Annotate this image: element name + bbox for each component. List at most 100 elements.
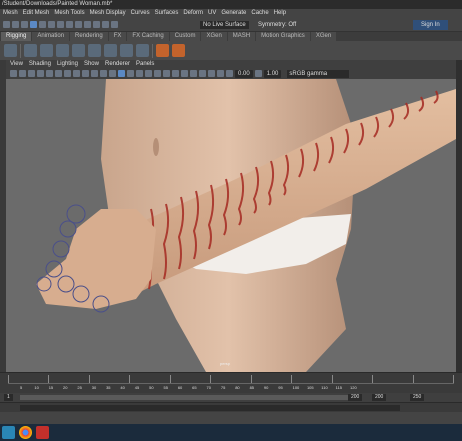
tab-custom[interactable]: Custom	[169, 32, 201, 41]
menu-mesh-display[interactable]: Mesh Display	[90, 9, 126, 18]
viewport-menu-panels[interactable]: Panels	[136, 60, 154, 68]
paint-select-icon[interactable]	[21, 21, 28, 28]
command-input[interactable]	[20, 405, 400, 411]
image-plane-icon[interactable]	[37, 70, 44, 77]
paint-weights-icon[interactable]	[72, 44, 85, 57]
smooth-shade-icon[interactable]	[118, 70, 125, 77]
symmetry-field[interactable]: Symmetry: Off	[258, 21, 296, 29]
menu-curves[interactable]: Curves	[131, 9, 150, 18]
lattice-icon[interactable]	[120, 44, 133, 57]
menu-surfaces[interactable]: Surfaces	[155, 9, 179, 18]
snap-plane-icon[interactable]	[84, 21, 91, 28]
camera-attributes-icon[interactable]	[19, 70, 26, 77]
animation-end-field[interactable]: 250	[410, 394, 425, 401]
motion-blur-icon[interactable]	[172, 70, 179, 77]
tab-mash[interactable]: MASH	[227, 32, 256, 41]
blendshape-icon[interactable]	[88, 44, 101, 57]
menu-help[interactable]: Help	[274, 9, 286, 18]
constraint-icon[interactable]	[172, 44, 185, 57]
xray-components-icon[interactable]	[226, 70, 233, 77]
shadows-icon[interactable]	[154, 70, 161, 77]
tab-rigging[interactable]: Rigging	[1, 32, 32, 41]
view-transform-select[interactable]: sRGB gamma	[287, 69, 350, 78]
tab-motion-graphics[interactable]: Motion Graphics	[256, 32, 310, 41]
wireframe-on-shaded-icon[interactable]	[127, 70, 134, 77]
live-surface-field[interactable]: No Live Surface	[200, 21, 249, 29]
time-ruler-label: 115	[335, 385, 343, 390]
tab-xgen[interactable]: XGen	[201, 32, 227, 41]
snap-curve-icon[interactable]	[66, 21, 73, 28]
nonlinear-icon[interactable]	[136, 44, 149, 57]
viewport-menu-show[interactable]: Show	[84, 60, 99, 68]
tick	[210, 375, 212, 383]
lasso-tool-icon[interactable]	[12, 21, 19, 28]
time-slider[interactable]	[0, 372, 462, 384]
exposure-field[interactable]: 0.00	[235, 69, 253, 78]
menu-mesh-tools[interactable]: Mesh Tools	[54, 9, 84, 18]
field-chart-icon[interactable]	[82, 70, 89, 77]
viewport-menu-view[interactable]: View	[10, 60, 23, 68]
viewport[interactable]: persp	[6, 79, 456, 372]
anti-aliasing-icon[interactable]	[181, 70, 188, 77]
bind-skin-icon[interactable]	[56, 44, 69, 57]
lights-icon[interactable]	[145, 70, 152, 77]
range-bar[interactable]	[20, 395, 350, 400]
wireframe-icon[interactable]	[109, 70, 116, 77]
ipr-icon[interactable]	[102, 21, 109, 28]
resolution-gate-icon[interactable]	[64, 70, 71, 77]
depth-of-field-icon[interactable]	[190, 70, 197, 77]
safe-title-icon[interactable]	[100, 70, 107, 77]
isolate-select-icon[interactable]	[199, 70, 206, 77]
viewport-menu-shading[interactable]: Shading	[29, 60, 51, 68]
viewport-menu-lighting[interactable]: Lighting	[57, 60, 78, 68]
render-icon[interactable]	[93, 21, 100, 28]
locator-icon[interactable]	[156, 44, 169, 57]
menu-deform[interactable]: Deform	[183, 9, 203, 18]
command-line[interactable]	[0, 402, 462, 412]
tab-rendering[interactable]: Rendering	[70, 32, 108, 41]
maya-app-icon[interactable]	[2, 426, 15, 439]
viewport-menu-renderer[interactable]: Renderer	[105, 60, 130, 68]
xray-icon[interactable]	[208, 70, 215, 77]
chrome-icon[interactable]	[19, 426, 32, 439]
acrobat-icon[interactable]	[36, 426, 49, 439]
snap-point-icon[interactable]	[75, 21, 82, 28]
xray-joints-icon[interactable]	[217, 70, 224, 77]
channel-box-collapsed[interactable]	[456, 60, 462, 372]
cluster-icon[interactable]	[104, 44, 117, 57]
ambient-occlusion-icon[interactable]	[163, 70, 170, 77]
menu-edit-mesh[interactable]: Edit Mesh	[23, 9, 50, 18]
menu-cache[interactable]: Cache	[251, 9, 268, 18]
tab-xgen-2[interactable]: XGen	[310, 32, 337, 41]
ik-handle-icon[interactable]	[40, 44, 53, 57]
snap-grid-icon[interactable]	[57, 21, 64, 28]
gate-mask-icon[interactable]	[73, 70, 80, 77]
menu-uv[interactable]: UV	[208, 9, 216, 18]
range-end-field[interactable]: 200	[348, 394, 363, 401]
tab-fx[interactable]: FX	[108, 32, 127, 41]
time-ruler: 5 10 15 20 25 30 35 40 45 50 55 60 65 70 75 80 85 90 95 100…	[0, 384, 462, 393]
textured-icon[interactable]	[136, 70, 143, 77]
bookmark-icon[interactable]	[28, 70, 35, 77]
scale-tool-icon[interactable]	[48, 21, 55, 28]
film-gate-icon[interactable]	[55, 70, 62, 77]
tab-animation[interactable]: Animation	[32, 32, 70, 41]
playback-end-field[interactable]: 200	[372, 394, 387, 401]
gamma-field[interactable]: 1.00	[263, 69, 282, 78]
joint-tool-icon[interactable]	[24, 44, 37, 57]
grid-icon[interactable]	[46, 70, 53, 77]
time-ruler-label: 15	[48, 385, 54, 390]
menu-mesh[interactable]: Mesh	[3, 9, 18, 18]
safe-action-icon[interactable]	[91, 70, 98, 77]
camera-select-icon[interactable]	[10, 70, 17, 77]
menu-generate[interactable]: Generate	[221, 9, 246, 18]
tab-fx-caching[interactable]: FX Caching	[127, 32, 169, 41]
sign-in-button[interactable]: Sign In	[413, 20, 448, 30]
range-slider[interactable]: 1 200 200 250	[0, 393, 462, 402]
move-tool-icon[interactable]	[30, 21, 37, 28]
range-start-field[interactable]: 1	[4, 394, 13, 401]
shelf-settings-icon[interactable]	[4, 44, 17, 57]
render-settings-icon[interactable]	[111, 21, 118, 28]
rotate-tool-icon[interactable]	[39, 21, 46, 28]
select-tool-icon[interactable]	[3, 21, 10, 28]
